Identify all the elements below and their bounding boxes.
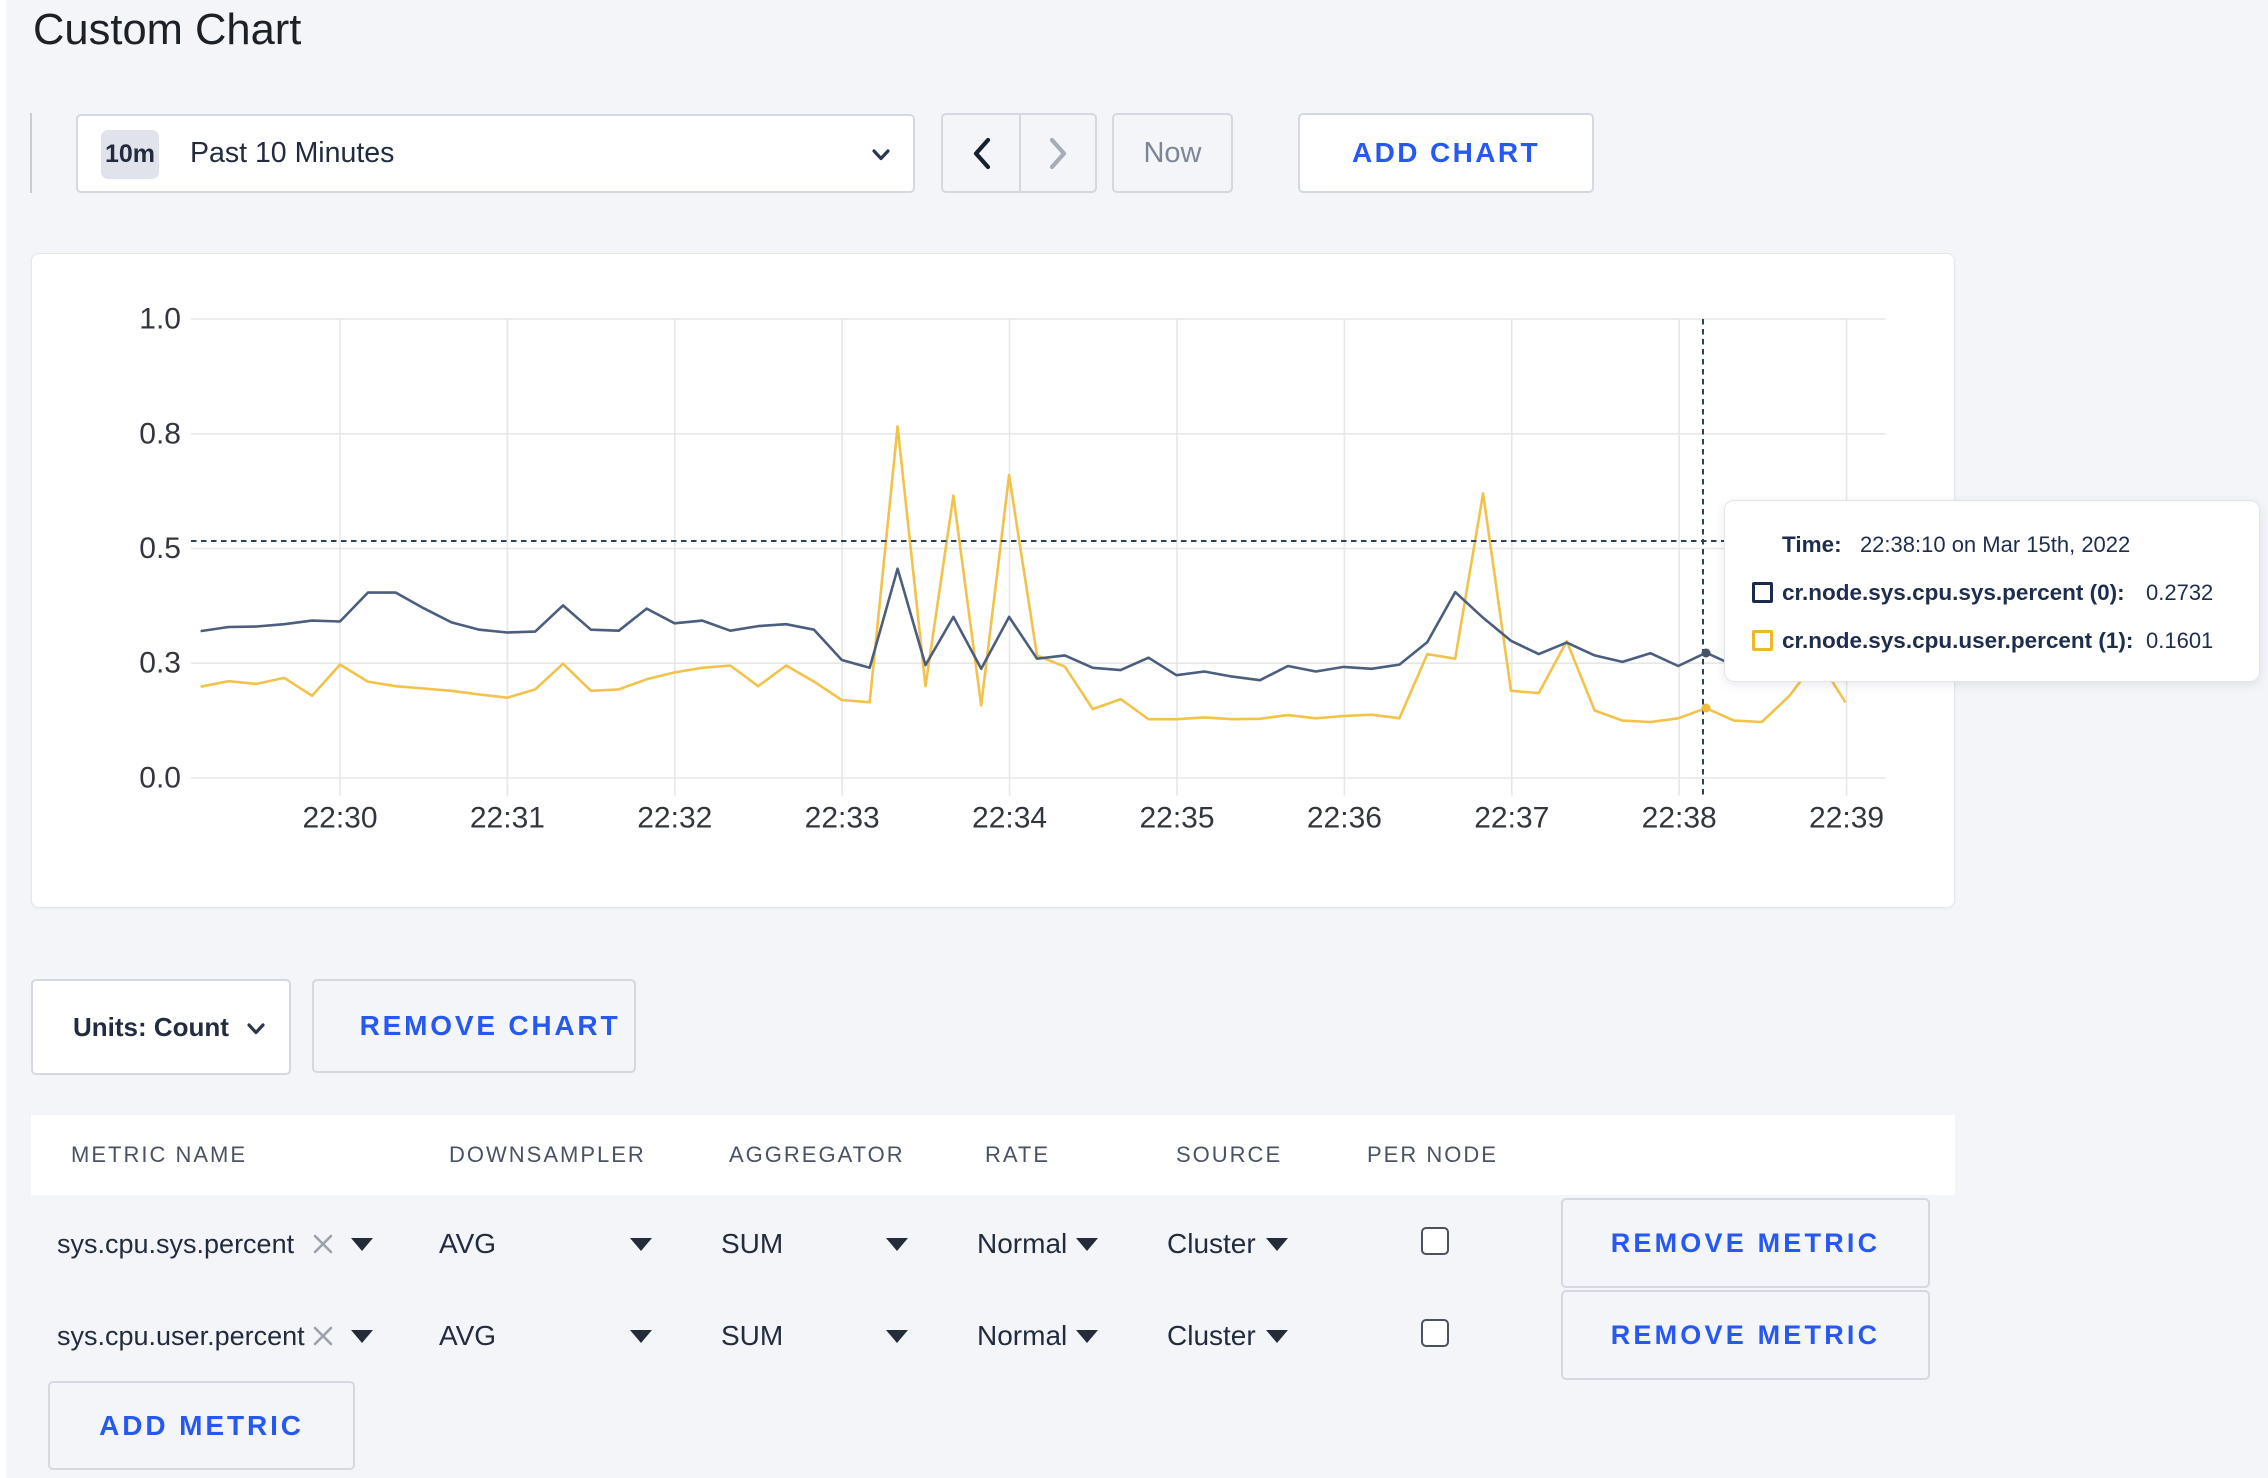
- svg-text:22:33: 22:33: [805, 802, 880, 835]
- svg-text:0.3: 0.3: [139, 647, 181, 680]
- svg-text:22:30: 22:30: [302, 802, 377, 835]
- svg-text:22:38: 22:38: [1642, 802, 1717, 835]
- svg-text:22:37: 22:37: [1474, 802, 1549, 835]
- svg-text:22:36: 22:36: [1307, 802, 1382, 835]
- svg-text:22:35: 22:35: [1139, 802, 1214, 835]
- svg-text:1.0: 1.0: [139, 303, 181, 336]
- svg-text:0.8: 0.8: [139, 417, 181, 450]
- svg-text:22:34: 22:34: [972, 802, 1047, 835]
- svg-text:22:31: 22:31: [470, 802, 545, 835]
- svg-text:22:32: 22:32: [637, 802, 712, 835]
- svg-text:22:39: 22:39: [1809, 802, 1884, 835]
- svg-text:0.5: 0.5: [139, 532, 181, 565]
- svg-text:0.0: 0.0: [139, 762, 181, 795]
